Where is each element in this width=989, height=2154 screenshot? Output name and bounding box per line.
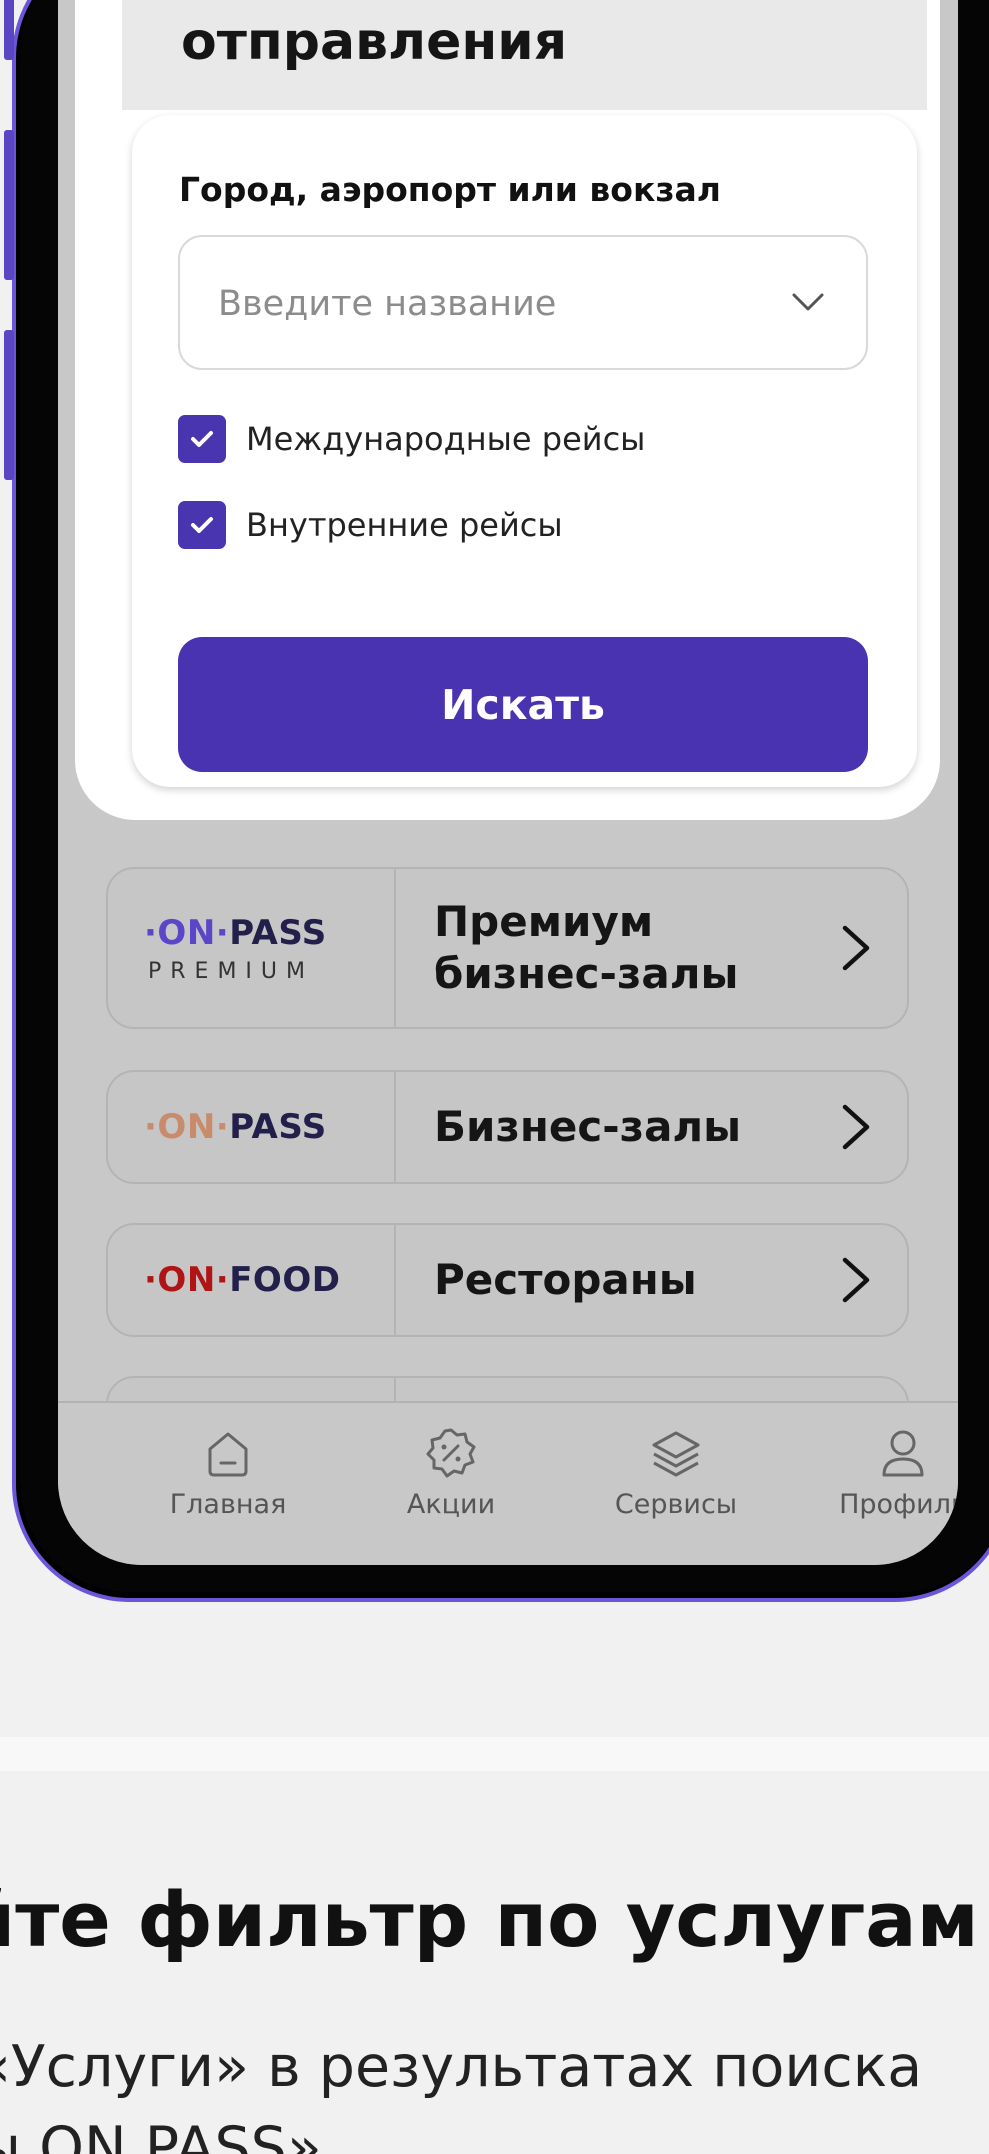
international-flights-checkbox-row[interactable]: Международные рейсы (178, 415, 645, 463)
domestic-flights-checkbox-row[interactable]: Внутренние рейсы (178, 501, 563, 549)
chevron-right-icon (842, 1104, 870, 1150)
search-button[interactable]: Искать (178, 637, 868, 772)
domestic-flights-checkbox[interactable] (178, 501, 226, 549)
search-panel: отправления Город, аэропорт или вокзал В… (75, 0, 940, 820)
chevron-down-icon (792, 293, 824, 311)
bottom-tab-bar: Главная Акции Сервисы Профиль (58, 1401, 958, 1565)
tab-promotions[interactable]: Акции (351, 1425, 551, 1520)
home-icon (208, 1432, 248, 1477)
onpass-premium-logo: ·ON·PASS PREMIUM (108, 869, 396, 1027)
tab-home[interactable]: Главная (128, 1425, 328, 1520)
international-flights-checkbox[interactable] (178, 415, 226, 463)
search-form-card: Город, аэропорт или вокзал Введите назва… (132, 115, 917, 787)
chevron-right-icon (842, 1257, 870, 1303)
service-name: Бизнес-залы (434, 1101, 742, 1151)
section-divider (0, 1737, 989, 1771)
check-icon (191, 431, 213, 447)
location-select-placeholder: Введите название (218, 284, 557, 324)
tab-profile[interactable]: Профиль (803, 1425, 958, 1520)
discount-badge-icon (426, 1428, 476, 1478)
international-flights-label: Международные рейсы (246, 420, 646, 458)
service-row-premium-lounges[interactable]: ·ON·PASS PREMIUM Премиум бизнес-залы (106, 867, 909, 1029)
service-row-restaurants[interactable]: ·ON·FOOD Рестораны (106, 1223, 909, 1337)
check-icon (191, 517, 213, 533)
promo-title: йте фильтр по услугам (0, 1875, 979, 1964)
volume-down-button (4, 330, 14, 480)
section-title: отправления (181, 12, 568, 72)
promo-text-line1: «Услуги» в результатах поиска (0, 2034, 923, 2100)
service-name: Премиум бизнес-залы (434, 896, 739, 999)
chevron-right-icon (842, 925, 870, 971)
layers-icon (652, 1431, 700, 1477)
tab-services[interactable]: Сервисы (576, 1425, 776, 1520)
phone-screen: отправления Город, аэропорт или вокзал В… (58, 0, 958, 1565)
promo-text-line2: ы ON PASS» (0, 2115, 322, 2154)
location-select[interactable]: Введите название (178, 235, 868, 370)
location-field-label: Город, аэропорт или вокзал (179, 170, 721, 209)
domestic-flights-label: Внутренние рейсы (246, 506, 563, 544)
onfood-logo: ·ON·FOOD (108, 1225, 396, 1335)
service-name: Рестораны (434, 1254, 697, 1304)
volume-up-button (4, 130, 14, 280)
side-button (4, 0, 14, 60)
onpass-logo: ·ON·PASS (108, 1072, 396, 1182)
user-icon (882, 1430, 924, 1477)
service-row-business-lounges[interactable]: ·ON·PASS Бизнес-залы (106, 1070, 909, 1184)
